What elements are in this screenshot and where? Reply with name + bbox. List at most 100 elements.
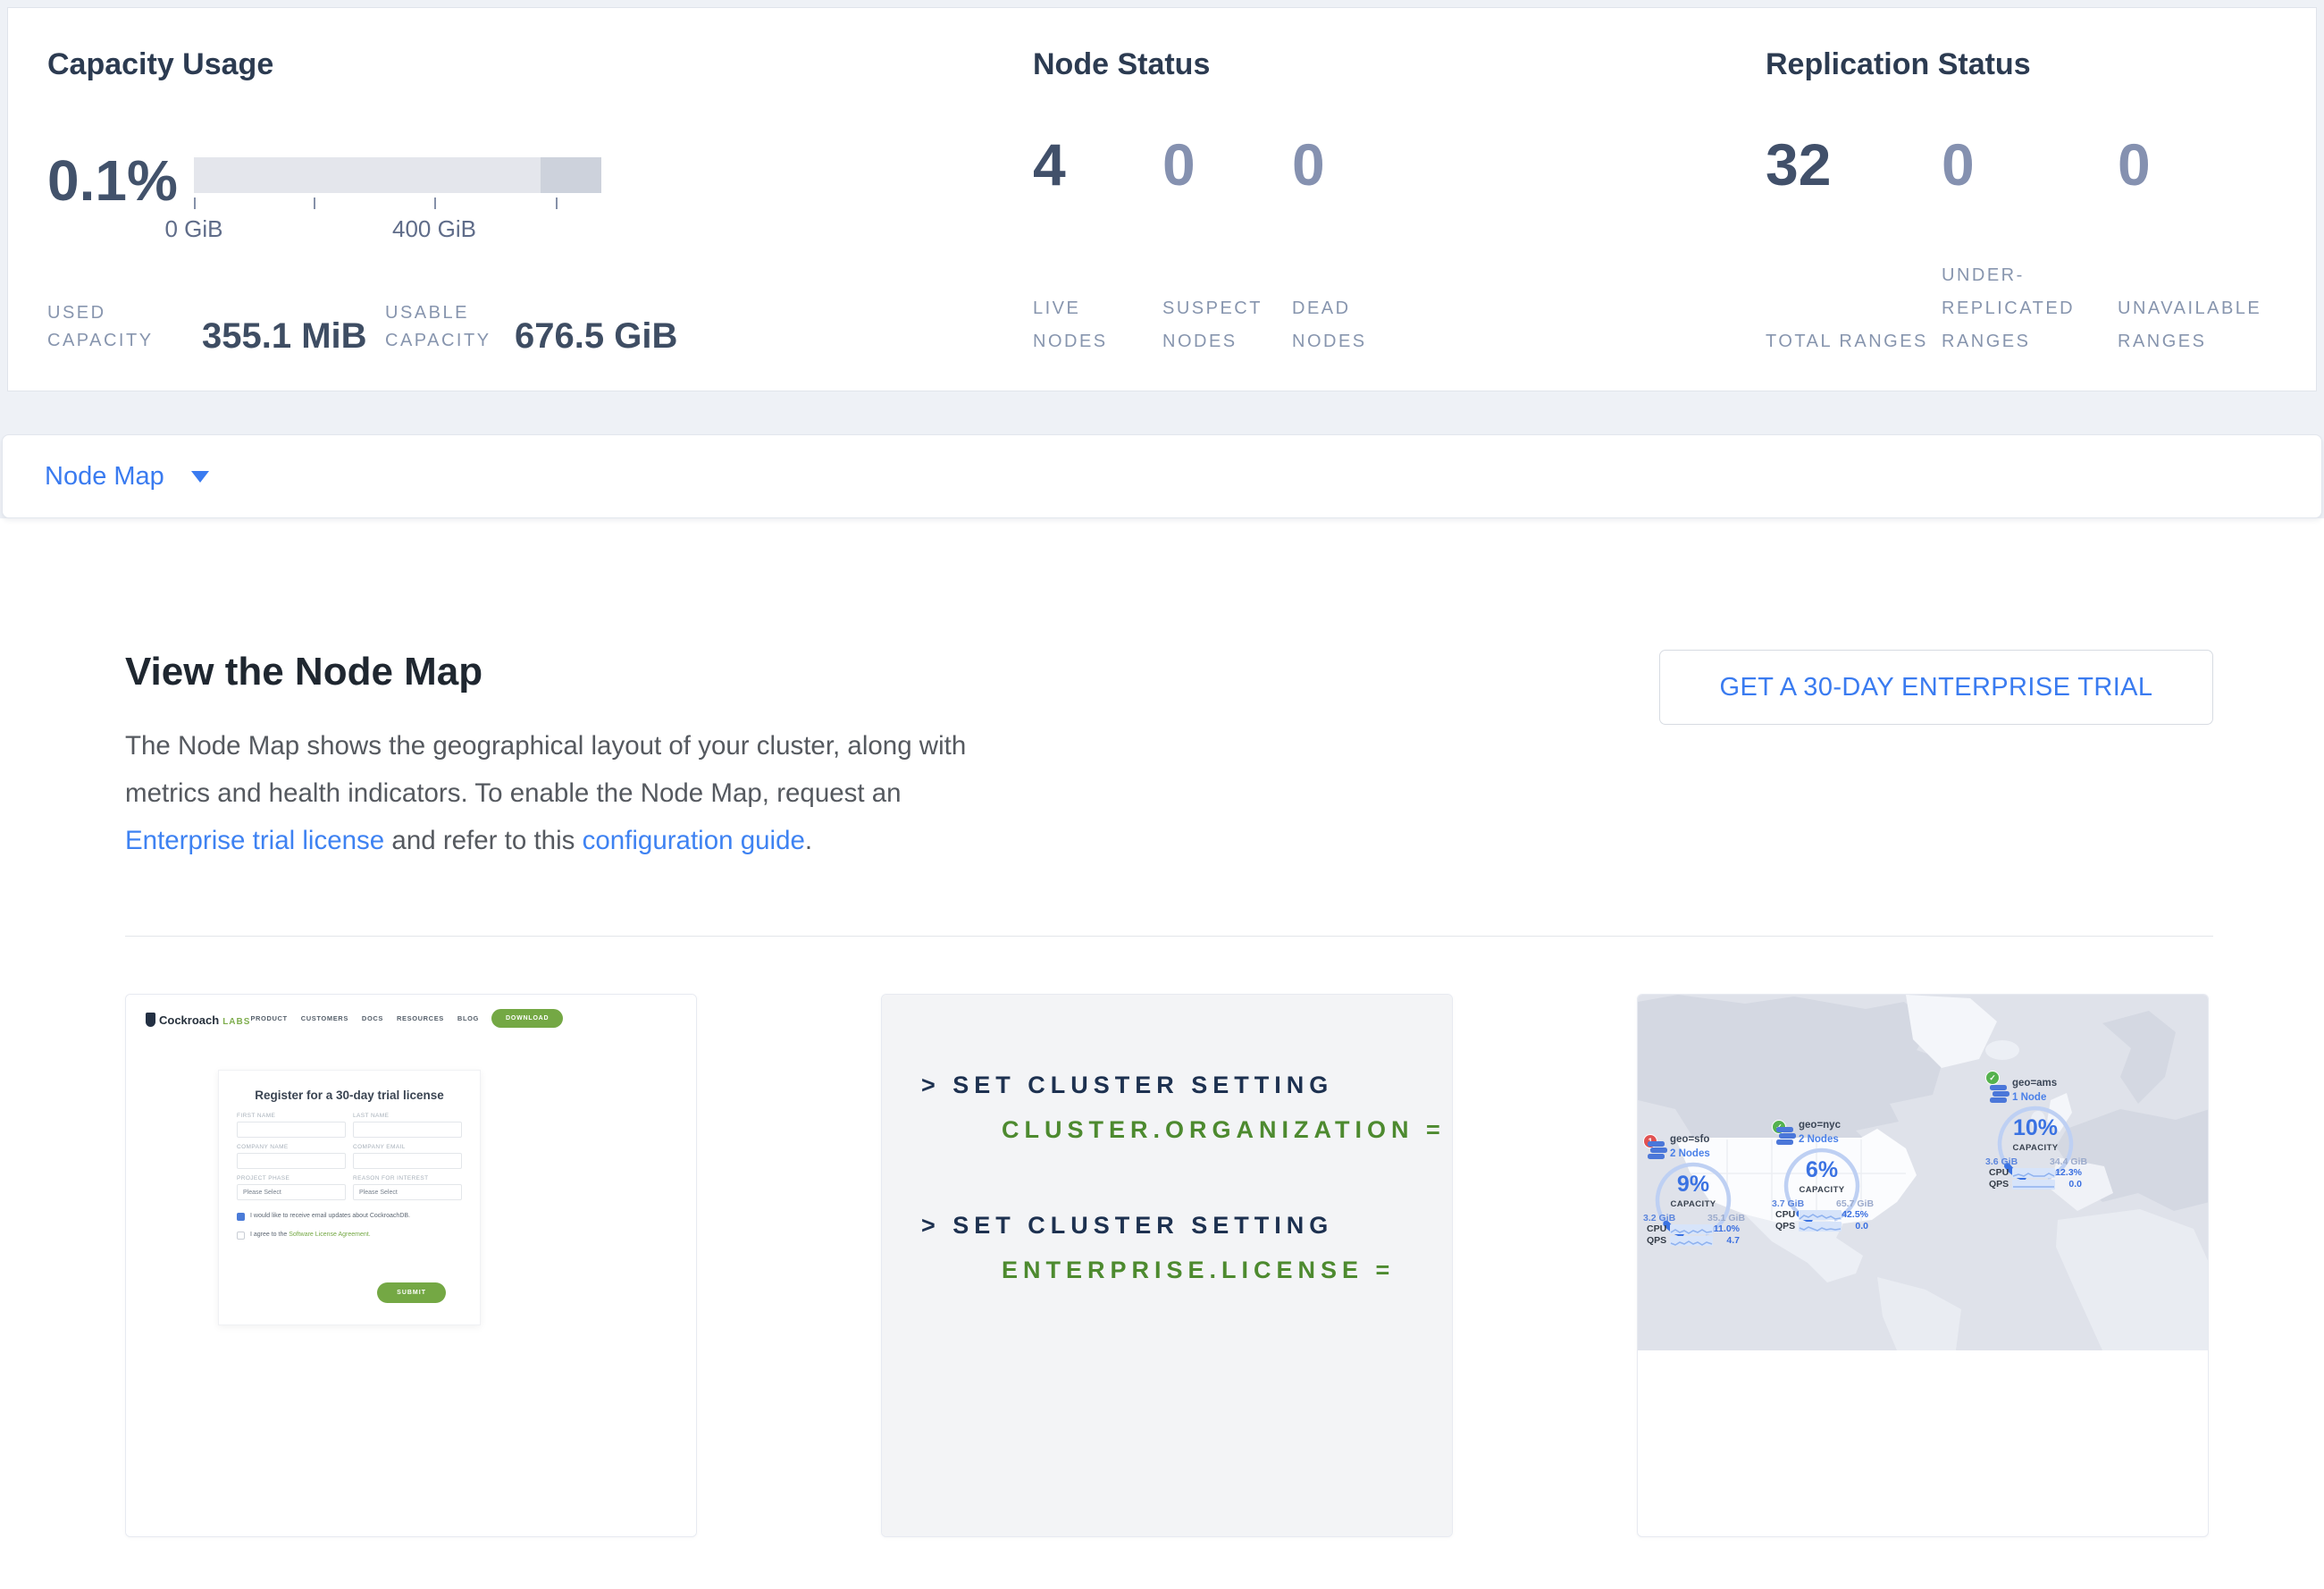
main-content: View the Node Map The Node Map shows the… [0, 518, 2324, 1537]
capacity-axis-tick [314, 198, 315, 209]
view-selector-bar: Node Map [2, 434, 2322, 518]
cpu-value: 11.0% [1714, 1223, 1740, 1234]
mini-select: Please Select [353, 1184, 462, 1200]
logo-suffix: LABS [222, 1017, 250, 1027]
trial-license-site-thumbnail: Cockroach LABS PRODUCT CUSTOMERS DOCS RE… [126, 995, 696, 1536]
mini-form-title: Register for a 30-day trial license [219, 1089, 480, 1102]
qps-sparkline [1670, 1236, 1713, 1246]
cpu-sparkline [1799, 1210, 1842, 1220]
capacity-bar [194, 157, 601, 193]
mini-input [353, 1122, 462, 1138]
capacity-percent: 0.1% [47, 147, 178, 214]
qps-label: QPS [1647, 1235, 1670, 1246]
capacity-axis-tick [556, 198, 558, 209]
capacity-total-value: 35.1 GiB [1707, 1213, 1752, 1223]
dead-nodes-label: DEAD NODES [1292, 292, 1408, 358]
locality-name: geo=ams [2012, 1078, 2057, 1089]
qps-value: 0.0 [1855, 1221, 1868, 1232]
cpu-label: CPU [1775, 1209, 1799, 1220]
capacity-percent-value: 10% [1993, 1115, 2078, 1141]
sql-setting-line: CLUSTER.ORGANIZATION = [1002, 1116, 1446, 1144]
cpu-label: CPU [1989, 1167, 2012, 1178]
locality-name: geo=nyc [1799, 1120, 1841, 1131]
mini-nav-item: BLOG [457, 1014, 479, 1022]
live-nodes-value: 4 [1033, 135, 1066, 194]
intro-description: The Node Map shows the geographical layo… [125, 722, 1010, 864]
cockroach-icon [146, 1013, 155, 1027]
qps-sparkline [2012, 1180, 2055, 1190]
suspect-nodes-label: SUSPECT NODES [1162, 292, 1279, 358]
mini-download-button: DOWNLOAD [491, 1009, 563, 1028]
capacity-gauge-label: CAPACITY [1650, 1199, 1736, 1209]
mini-nav-item: PRODUCT [250, 1014, 287, 1022]
capacity-gauge-label: CAPACITY [1779, 1185, 1865, 1195]
mini-submit-button: SUBMIT [377, 1282, 446, 1303]
cpu-sparkline [2012, 1168, 2055, 1178]
intro-text-1: The Node Map shows the geographical layo… [125, 731, 966, 808]
step-1-card: Cockroach LABS PRODUCT CUSTOMERS DOCS RE… [125, 994, 697, 1537]
total-ranges-value: 32 [1766, 135, 1831, 194]
page-title: View the Node Map [125, 650, 1010, 694]
capacity-axis-label-0: 0 GiB [140, 215, 248, 243]
capacity-usage-title: Capacity Usage [47, 47, 273, 82]
qps-label: QPS [1989, 1179, 2012, 1190]
capacity-usage-section: Capacity Usage 0.1% 0 GiB 400 GiB USED C… [47, 8, 709, 391]
cluster-summary-region: Capacity Usage 0.1% 0 GiB 400 GiB USED C… [0, 0, 2324, 518]
live-nodes-label: LIVE NODES [1033, 292, 1149, 358]
dead-nodes-value: 0 [1292, 135, 1325, 194]
capacity-axis-label-400: 400 GiB [381, 215, 488, 243]
step-2-card: > SET CLUSTER SETTING CLUSTER.ORGANIZATI… [881, 994, 1453, 1537]
sql-prompt-line: > SET CLUSTER SETTING [921, 1212, 1333, 1240]
mini-nav-item: DOCS [362, 1014, 383, 1022]
mini-site-nav: Cockroach LABS PRODUCT CUSTOMERS DOCS RE… [146, 1009, 558, 1028]
chevron-down-icon [191, 471, 209, 483]
cpu-label: CPU [1647, 1223, 1670, 1234]
mini-field-label: PROJECT PHASE [237, 1175, 346, 1181]
node-status-section: Node Status 4 LIVE NODES 0 SUSPECT NODES… [1033, 8, 1453, 391]
mini-checkbox-label: I agree to the Software License Agreemen… [250, 1232, 371, 1238]
usable-capacity-label: USABLE CAPACITY [385, 299, 528, 355]
sql-setting-line: ENTERPRISE.LICENSE = [1002, 1257, 1395, 1284]
mini-field-label: COMPANY EMAIL [353, 1144, 462, 1150]
capacity-total-value: 65.7 GiB [1836, 1198, 1881, 1209]
get-enterprise-trial-button[interactable]: GET A 30-DAY ENTERPRISE TRIAL [1659, 650, 2213, 725]
step-3-card: 1 geo=sfo 2 Nodes 9% CAPACITY 3.2 GiB 35… [1637, 994, 2209, 1537]
capacity-total-value: 34.4 GiB [2050, 1156, 2094, 1167]
capacity-bar-reserved-segment [541, 157, 601, 193]
node-map-dropdown[interactable]: Node Map [45, 462, 209, 492]
mini-registration-form: Register for a 30-day trial license FIRS… [218, 1070, 481, 1325]
capacity-percent-value: 6% [1779, 1157, 1865, 1183]
used-capacity-label: USED CAPACITY [47, 299, 172, 355]
under-replicated-ranges-value: 0 [1942, 135, 1975, 194]
cockroach-labs-logo: Cockroach LABS [146, 1010, 250, 1027]
under-replicated-ranges-label: UNDER-REPLICATED RANGES [1942, 259, 2116, 358]
capacity-used-value: 3.6 GiB [1985, 1156, 2018, 1167]
suspect-nodes-value: 0 [1162, 135, 1196, 194]
step-3-caption: Step 3: Follow this guide to configure l… [1638, 1536, 2208, 1537]
mini-input [237, 1122, 346, 1138]
configuration-guide-link[interactable]: configuration guide [583, 826, 805, 855]
cluster-summary-panel: Capacity Usage 0.1% 0 GiB 400 GiB USED C… [7, 7, 2317, 391]
qps-value: 0.0 [2068, 1179, 2082, 1190]
used-capacity-value: 355.1 MiB [202, 316, 367, 357]
capacity-gauge-label: CAPACITY [1993, 1143, 2078, 1153]
mini-nav-item: CUSTOMERS [301, 1014, 348, 1022]
mini-nav-item: RESOURCES [397, 1014, 444, 1022]
mini-select: Please Select [237, 1184, 346, 1200]
mini-checkbox-checked [237, 1213, 245, 1221]
qps-value: 4.7 [1726, 1235, 1740, 1246]
mini-input [353, 1153, 462, 1169]
enterprise-trial-license-link[interactable]: Enterprise trial license [125, 826, 384, 855]
qps-sparkline [1799, 1222, 1842, 1232]
intro-text-3: . [805, 826, 812, 855]
total-ranges-label: TOTAL RANGES [1766, 325, 1935, 358]
node-map-dropdown-label: Node Map [45, 462, 164, 492]
cpu-value: 42.5% [1842, 1209, 1868, 1220]
mini-checkbox-unchecked [237, 1232, 245, 1240]
capacity-percent-value: 9% [1650, 1172, 1736, 1198]
mini-field-label: FIRST NAME [237, 1113, 346, 1119]
qps-label: QPS [1775, 1221, 1799, 1232]
usable-capacity-value: 676.5 GiB [515, 316, 677, 357]
capacity-used-value: 3.7 GiB [1772, 1198, 1804, 1209]
healthy-status-icon: ✓ [1985, 1071, 2000, 1085]
